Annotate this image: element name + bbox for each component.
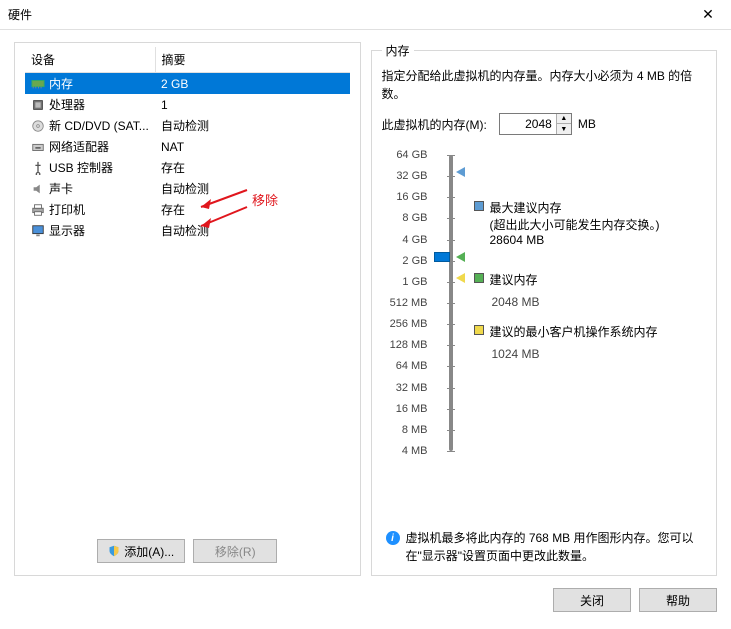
legend-rec-swatch-icon — [474, 273, 484, 283]
memory-tick: 64 GB — [382, 149, 428, 161]
hardware-table: 设备 摘要 内存2 GB处理器1新 CD/DVD (SAT...自动检测网络适配… — [25, 47, 350, 241]
memory-unit: MB — [578, 117, 596, 131]
memory-tick: 512 MB — [382, 297, 428, 309]
slider-thumb[interactable] — [434, 252, 450, 262]
remove-button[interactable]: 移除(R) — [193, 539, 277, 563]
marker-max-icon — [456, 167, 465, 177]
memory-tick: 64 MB — [382, 360, 428, 372]
device-name: 网络适配器 — [49, 140, 109, 154]
summary-cell: 2 GB — [155, 73, 350, 95]
memory-tick: 4 GB — [382, 234, 428, 246]
summary-cell: 1 — [155, 94, 350, 115]
device-cell: 内存 — [25, 73, 155, 95]
dialog-content: 设备 摘要 内存2 GB处理器1新 CD/DVD (SAT...自动检测网络适配… — [0, 30, 731, 582]
info-note: i 虚拟机最多将此内存的 768 MB 用作图形内存。您可以在"显示器"设置页面… — [382, 529, 707, 565]
summary-cell: 存在 — [155, 157, 350, 178]
device-name: 处理器 — [49, 98, 85, 112]
annotation-remove-text: 移除 — [252, 190, 278, 209]
device-name: 显示器 — [49, 224, 85, 238]
memory-legend: 最大建议内存 (超出此大小可能发生内存交换。) 28604 MB 建议内存 20… — [474, 149, 707, 457]
memory-tick: 1 GB — [382, 276, 428, 288]
memory-tick: 2 GB — [382, 255, 428, 267]
summary-cell: 自动检测 — [155, 115, 350, 136]
hardware-list-panel: 设备 摘要 内存2 GB处理器1新 CD/DVD (SAT...自动检测网络适配… — [14, 42, 361, 576]
device-name: 新 CD/DVD (SAT... — [49, 119, 149, 133]
memory-tick: 16 GB — [382, 191, 428, 203]
device-cell: 显示器 — [25, 220, 155, 241]
marker-recommended-icon — [456, 252, 465, 262]
table-row[interactable]: 处理器 1 — [25, 94, 350, 115]
device-name: USB 控制器 — [49, 161, 113, 175]
memory-tick: 128 MB — [382, 339, 428, 351]
summary-cell: 自动检测 — [155, 220, 350, 241]
memory-tick-labels: 64 GB 32 GB 16 GB 8 GB 4 GB 2 GB 1 GB 512 MB 256… — [382, 149, 428, 457]
memory-chart: 64 GB 32 GB 16 GB 8 GB 4 GB 2 GB 1 GB 512 MB 256… — [382, 149, 707, 457]
spin-down-icon[interactable]: ▼ — [557, 124, 571, 134]
device-cell: USB 控制器 — [25, 157, 155, 178]
window-title: 硬件 — [8, 6, 32, 23]
spin-up-icon[interactable]: ▲ — [557, 114, 571, 124]
summary-cell: NAT — [155, 136, 350, 157]
table-row[interactable]: 内存 2 GB — [25, 73, 350, 95]
device-cell: 网络适配器 — [25, 136, 155, 157]
memory-input[interactable] — [500, 114, 556, 134]
table-row[interactable]: 显示器 自动检测 — [25, 220, 350, 241]
table-row[interactable]: USB 控制器 存在 — [25, 157, 350, 178]
dialog-button-row: 关闭 帮助 — [0, 582, 731, 622]
memory-description: 指定分配给此虚拟机的内存量。内存大小必须为 4 MB 的倍数。 — [382, 67, 707, 103]
device-name: 声卡 — [49, 182, 73, 196]
memory-tick: 4 MB — [382, 445, 428, 457]
device-cell: 处理器 — [25, 94, 155, 115]
device-cell: 打印机 — [25, 199, 155, 220]
memory-group-title: 内存 — [382, 42, 414, 59]
memory-tick: 256 MB — [382, 318, 428, 330]
col-summary[interactable]: 摘要 — [155, 47, 350, 73]
shield-icon — [108, 545, 120, 557]
window-close-button[interactable]: ✕ — [693, 6, 723, 23]
table-row[interactable]: 网络适配器 NAT — [25, 136, 350, 157]
memory-slider[interactable] — [436, 149, 466, 457]
left-button-row: 添加(A)... 移除(R) — [25, 531, 350, 565]
memory-input-label: 此虚拟机的内存(M): — [382, 116, 487, 133]
table-row[interactable]: 打印机存在 — [25, 199, 350, 220]
legend-max-swatch-icon — [474, 201, 484, 211]
close-button[interactable]: 关闭 — [553, 588, 631, 612]
add-button[interactable]: 添加(A)... — [97, 539, 185, 563]
table-row[interactable]: 声卡自动检测 — [25, 178, 350, 199]
legend-rec: 建议内存 — [474, 271, 707, 288]
memory-tick: 8 MB — [382, 424, 428, 436]
titlebar: 硬件 ✕ — [0, 0, 731, 30]
device-cell: 新 CD/DVD (SAT... — [25, 115, 155, 136]
memory-settings-panel: 内存 指定分配给此虚拟机的内存量。内存大小必须为 4 MB 的倍数。 此虚拟机的… — [371, 42, 718, 576]
table-row[interactable]: 新 CD/DVD (SAT... 自动检测 — [25, 115, 350, 136]
help-button[interactable]: 帮助 — [639, 588, 717, 612]
legend-min-swatch-icon — [474, 325, 484, 335]
device-name: 内存 — [49, 77, 73, 91]
memory-tick: 32 MB — [382, 382, 428, 394]
col-device[interactable]: 设备 — [25, 47, 155, 73]
device-cell: 声卡 — [25, 178, 155, 199]
memory-tick: 32 GB — [382, 170, 428, 182]
device-name: 打印机 — [49, 203, 85, 217]
memory-tick: 8 GB — [382, 212, 428, 224]
memory-spinner[interactable]: ▲ ▼ — [499, 113, 572, 135]
memory-input-row: 此虚拟机的内存(M): ▲ ▼ MB — [382, 113, 707, 135]
legend-min: 建议的最小客户机操作系统内存 — [474, 323, 707, 340]
info-icon: i — [386, 531, 400, 545]
memory-tick: 16 MB — [382, 403, 428, 415]
marker-min-icon — [456, 273, 465, 283]
legend-max: 最大建议内存 (超出此大小可能发生内存交换。) 28604 MB — [474, 199, 707, 247]
